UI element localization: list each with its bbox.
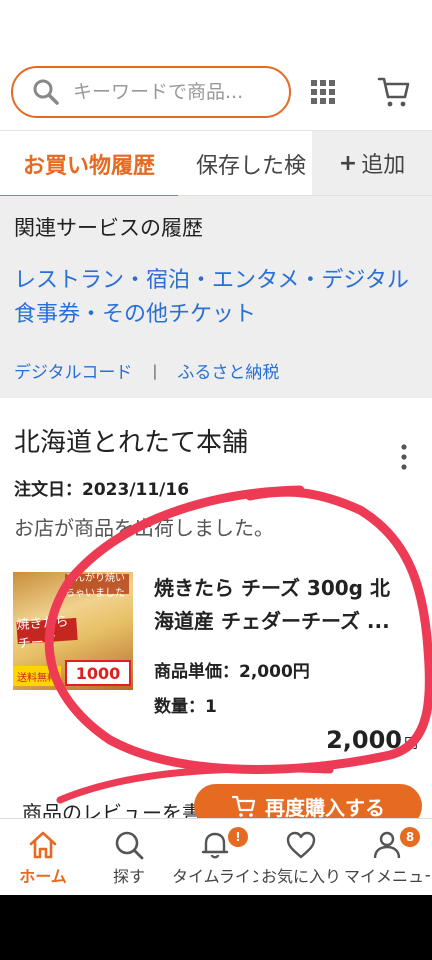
product-name[interactable]: 焼きたら チーズ 300g 北 海道産 チェダーチーズ ... xyxy=(154,572,416,638)
timeline-badge: ! xyxy=(228,827,248,847)
unit-price: 商品単価：2,000円 xyxy=(154,662,310,682)
history-tabs: お買い物履歴 保存した検 + 追加 xyxy=(0,130,432,198)
nav-home[interactable]: ホーム xyxy=(0,819,86,895)
nav-search-label: 探す xyxy=(112,867,145,886)
header xyxy=(0,60,432,128)
cart-icon xyxy=(231,795,256,817)
product-thumbnail[interactable]: こんがり焼いちゃいました 焼きたらチーズ 送料無料 1000 xyxy=(13,572,133,690)
bell-icon xyxy=(201,832,229,859)
more-options-icon[interactable] xyxy=(396,442,412,472)
user-icon xyxy=(373,831,401,859)
nav-my-menu-label: マイメニュー xyxy=(344,867,430,886)
order-card: 北海道とれたて本舗 注文日：2023/11/16 お店が商品を出荷しました。 こ… xyxy=(0,398,432,828)
quantity: 数量：1 xyxy=(154,697,217,717)
nav-search[interactable]: 探す xyxy=(86,819,172,895)
cart-icon[interactable] xyxy=(376,74,412,110)
nav-favorites-label: お気に入り xyxy=(260,867,341,886)
related-services-title: 関連サービスの履歴 xyxy=(14,216,203,240)
search-bar[interactable] xyxy=(11,66,291,118)
thumbnail-price-tag: 1000 xyxy=(65,660,131,686)
link-separator: | xyxy=(152,361,158,380)
home-icon xyxy=(29,831,57,859)
related-services: 関連サービスの履歴 レストラン・宿泊・エンタメ・デジタル食事券・その他チケット … xyxy=(0,196,432,398)
thumbnail-product-label: 焼きたらチーズ xyxy=(16,615,78,652)
total-currency: 円 xyxy=(404,736,418,752)
product-name-line1: 焼きたら チーズ 300g 北 xyxy=(154,576,390,600)
rebuy-label: 再度購入する xyxy=(265,795,385,820)
shipping-status: お店が商品を出荷しました。 xyxy=(14,516,274,540)
search-icon xyxy=(115,831,144,860)
add-tab-button[interactable]: + 追加 xyxy=(312,131,432,195)
order-total: 2,000 円 xyxy=(326,726,418,754)
heart-icon xyxy=(286,831,316,859)
my-menu-badge: 8 xyxy=(400,827,420,847)
plus-icon: + xyxy=(338,150,358,176)
bottom-navigation: ホーム 探す ! タイムライン お気に入り 8 マイメニュ xyxy=(0,818,432,895)
grid-menu-icon[interactable] xyxy=(309,78,337,106)
thumbnail-caption: こんがり焼いちゃいました xyxy=(65,573,129,599)
shop-name[interactable]: 北海道とれたて本舗 xyxy=(14,422,248,459)
nav-timeline[interactable]: ! タイムライン xyxy=(172,819,258,895)
tab-purchase-history[interactable]: お買い物履歴 xyxy=(0,131,178,198)
product-name-line2: 海道産 チェダーチーズ ... xyxy=(154,609,390,633)
order-date: 注文日：2023/11/16 xyxy=(14,480,190,500)
nav-favorites[interactable]: お気に入り xyxy=(258,819,344,895)
search-icon xyxy=(33,79,59,105)
digital-code-link[interactable]: デジタルコード xyxy=(14,358,132,383)
nav-home-label: ホーム xyxy=(19,867,67,886)
nav-my-menu[interactable]: 8 マイメニュー xyxy=(344,819,430,895)
nav-timeline-label: タイムライン xyxy=(172,867,258,886)
add-tab-label: 追加 xyxy=(361,153,406,178)
app-screen: お買い物履歴 保存した検 + 追加 関連サービスの履歴 レストラン・宿泊・エンタ… xyxy=(0,0,432,895)
tab-saved-search[interactable]: 保存した検 xyxy=(196,131,306,197)
thumbnail-free-shipping: 送料無料 xyxy=(13,666,61,686)
total-amount: 2,000 xyxy=(326,726,402,754)
furusato-tax-link[interactable]: ふるさと納税 xyxy=(177,358,279,383)
related-services-link[interactable]: レストラン・宿泊・エンタメ・デジタル食事券・その他チケット xyxy=(14,264,414,332)
related-sub-links: デジタルコード | ふるさと納税 xyxy=(14,358,279,384)
search-input[interactable] xyxy=(73,81,283,103)
